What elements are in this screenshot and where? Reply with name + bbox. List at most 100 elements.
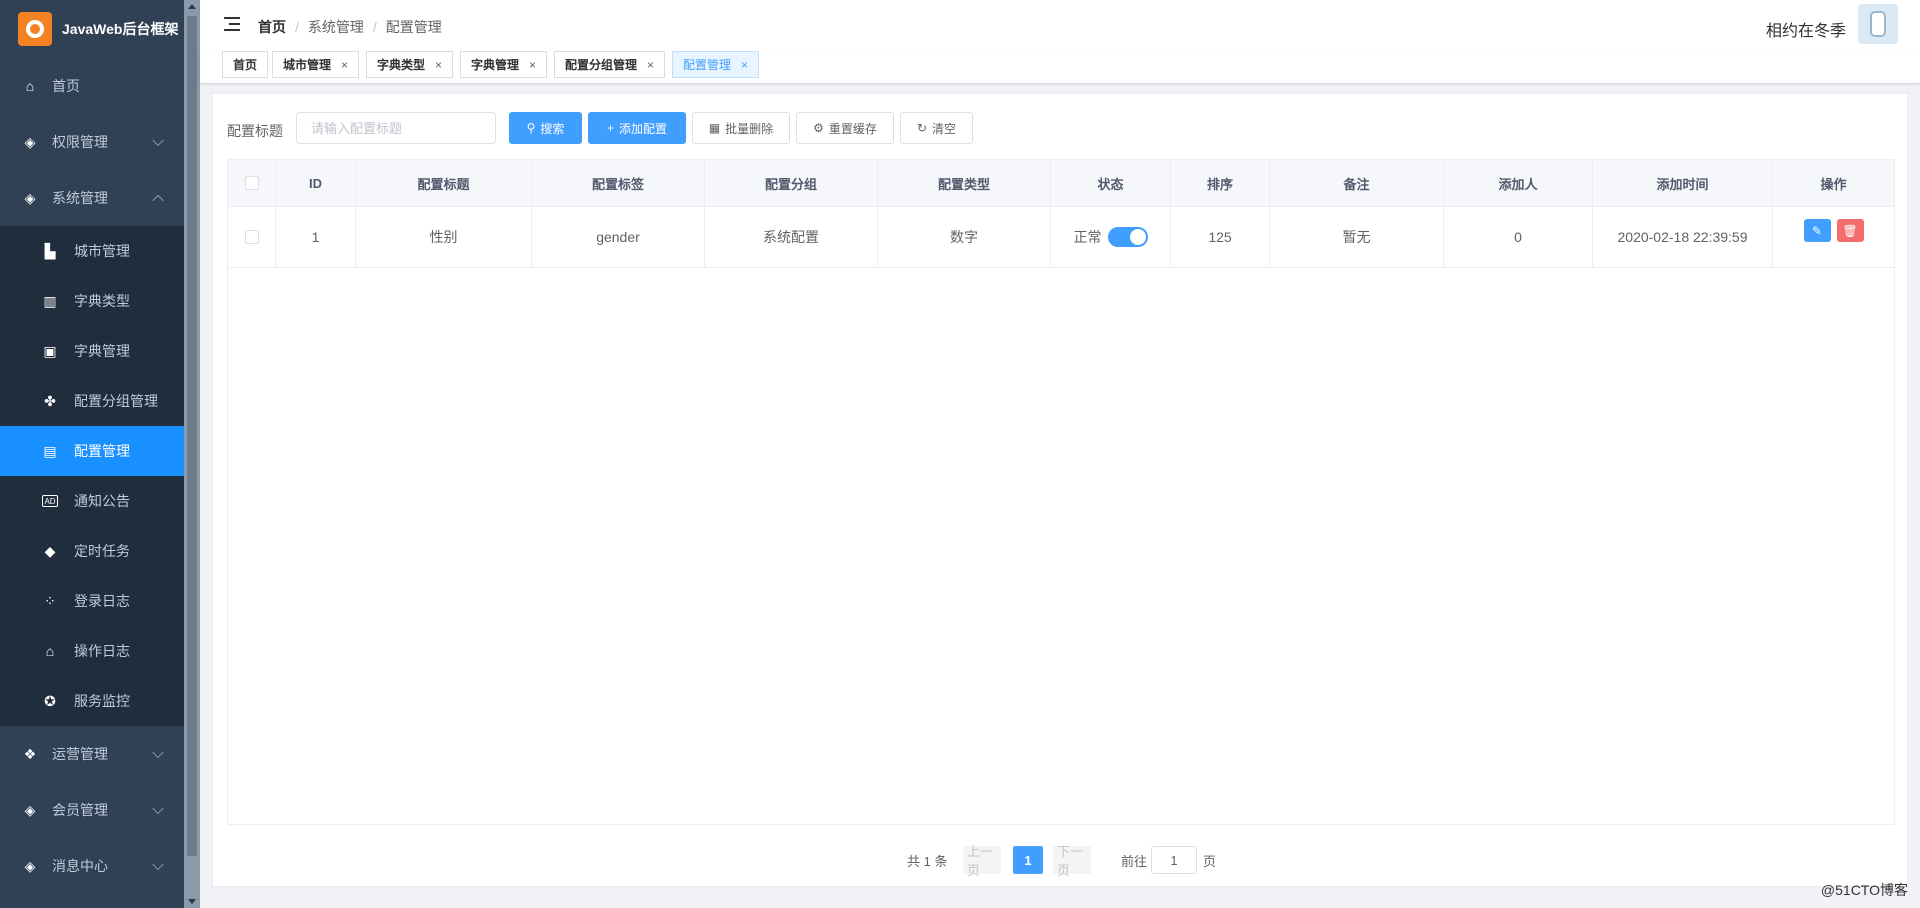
cell-group: 系统配置: [705, 207, 878, 267]
column-header: 备注: [1270, 160, 1444, 206]
calendar-icon: ▦: [708, 121, 721, 135]
reset-cache-button[interactable]: ⚙ 重置缓存: [796, 112, 894, 144]
search-button[interactable]: ⚲ 搜索: [509, 112, 582, 144]
tag-icon: ◆: [44, 542, 56, 559]
menu-toggle-icon[interactable]: [224, 17, 240, 31]
sidebar-item-dict[interactable]: ▣ 字典管理: [0, 326, 184, 376]
cell-tag: gender: [532, 207, 705, 267]
status-text: 正常: [1073, 229, 1102, 245]
dictionary-icon: ▣: [43, 342, 57, 359]
goto-page-input[interactable]: [1151, 846, 1197, 874]
sidebar-item-home[interactable]: ⌂ 首页: [0, 58, 184, 114]
table-row: 1 性别 gender 系统配置 数字 正常 125 暂无 0 2020-02-…: [228, 207, 1894, 268]
sidebar-item-system[interactable]: ◈ 系统管理: [0, 170, 184, 226]
header-select-all[interactable]: [228, 160, 276, 206]
status-toggle[interactable]: [1107, 227, 1148, 247]
sidebar-item-login-log[interactable]: ⁘ 登录日志: [0, 576, 184, 626]
scrollbar-thumb[interactable]: [187, 16, 197, 856]
config-search-icon: ▤: [43, 442, 57, 459]
page-number-current[interactable]: 1: [1013, 846, 1043, 874]
sidebar-item-label: 配置分组管理: [74, 393, 158, 409]
user-avatar-icon: [1870, 11, 1886, 37]
sidebar-item-notice[interactable]: AD 通知公告: [0, 476, 184, 526]
sidebar-item-message[interactable]: ◈ 消息中心: [0, 838, 184, 894]
tag-dict-type[interactable]: 字典类型 ×: [366, 51, 454, 78]
scroll-up-icon[interactable]: [188, 4, 196, 9]
add-button-label: 添加配置: [619, 121, 668, 136]
cell-sort: 125: [1171, 207, 1270, 267]
cell-id: 1: [276, 207, 356, 267]
sidebar-scrollbar[interactable]: [184, 0, 200, 908]
reset-cache-label: 重置缓存: [828, 121, 877, 136]
avatar[interactable]: [1858, 4, 1898, 44]
close-icon[interactable]: ×: [341, 58, 348, 72]
pagination: 共 1 条 上一页 1 下一页 前往 页: [213, 844, 1907, 878]
sidebar-item-label: 首页: [52, 78, 80, 94]
cell-status: 正常: [1051, 207, 1171, 267]
select-all-checkbox[interactable]: [244, 176, 259, 190]
building-icon: ▙: [44, 242, 56, 259]
books-icon: ▥: [43, 292, 57, 309]
tag-dict[interactable]: 字典管理 ×: [460, 51, 548, 78]
sidebar-item-label: 权限管理: [52, 134, 108, 150]
sidebar-item-label: 运营管理: [52, 746, 108, 762]
tag-home[interactable]: 首页: [222, 51, 269, 78]
search-icon: ⚲: [526, 121, 536, 135]
tag-config-group[interactable]: 配置分组管理 ×: [554, 51, 666, 78]
cell-title: 性别: [356, 207, 532, 267]
sidebar-item-label: 服务监控: [74, 693, 130, 709]
user-name[interactable]: 相约在冬季: [1766, 17, 1846, 41]
delete-button[interactable]: 🗑: [1836, 219, 1864, 242]
tag-label: 首页: [233, 58, 258, 72]
main-card: 配置标题 ⚲ 搜索 + 添加配置 ▦ 批量删除 ⚙ 重置缓存 ↻ 清空 ID 配…: [212, 93, 1908, 887]
clear-button[interactable]: ↻ 清空: [900, 112, 973, 144]
sidebar-item-operations[interactable]: ❖ 运营管理: [0, 726, 184, 782]
sidebar-item-operation-log[interactable]: ⌂ 操作日志: [0, 626, 184, 676]
breadcrumb-separator: /: [372, 19, 377, 35]
pagination-total: 共 1 条: [907, 853, 948, 869]
app-title: JavaWeb后台框架: [62, 21, 179, 37]
sidebar-item-city[interactable]: ▙ 城市管理: [0, 226, 184, 276]
edit-icon: ✎: [1811, 223, 1823, 238]
clear-button-label: 清空: [932, 121, 957, 136]
close-icon[interactable]: ×: [529, 58, 536, 72]
column-header: 添加人: [1444, 160, 1593, 206]
breadcrumb-separator: /: [295, 19, 299, 35]
sidebar-item-label: 会员管理: [52, 802, 108, 818]
compass-icon: ◈: [24, 133, 36, 150]
batch-delete-button[interactable]: ▦ 批量删除: [692, 112, 790, 144]
cell-actions: ✎ 🗑: [1773, 207, 1894, 267]
close-icon[interactable]: ×: [647, 58, 654, 72]
scroll-down-icon[interactable]: [188, 899, 196, 904]
edit-button[interactable]: ✎: [1803, 219, 1831, 242]
row-checkbox[interactable]: [244, 230, 259, 244]
sidebar-item-permission[interactable]: ◈ 权限管理: [0, 114, 184, 170]
sidebar-item-monitor[interactable]: ✪ 服务监控: [0, 676, 184, 726]
sidebar-item-config-group[interactable]: ✤ 配置分组管理: [0, 376, 184, 426]
close-icon[interactable]: ×: [741, 58, 748, 72]
sidebar-item-config[interactable]: ▤ 配置管理: [0, 426, 184, 476]
tag-config[interactable]: 配置管理 ×: [672, 51, 760, 78]
row-select-cell[interactable]: [228, 207, 276, 267]
app-logo[interactable]: JavaWeb后台框架: [0, 0, 184, 58]
config-title-input[interactable]: [296, 112, 496, 144]
sidebar-item-member[interactable]: ◈ 会员管理: [0, 782, 184, 838]
close-icon[interactable]: ×: [435, 58, 442, 72]
plus-icon: +: [606, 121, 614, 135]
grid-icon: ✤: [44, 392, 56, 409]
column-header: 状态: [1051, 160, 1171, 206]
add-config-button[interactable]: + 添加配置: [588, 112, 686, 144]
sidebar-item-label: 字典类型: [74, 293, 130, 309]
chevron-down-icon: [152, 802, 164, 815]
next-page-button[interactable]: 下一页: [1053, 844, 1091, 878]
watermark: @51CTO博客: [1820, 882, 1908, 898]
column-header: ID: [276, 160, 356, 206]
trash-icon: 🗑: [1842, 223, 1858, 238]
sidebar-item-dict-type[interactable]: ▥ 字典类型: [0, 276, 184, 326]
sidebar-item-label: 城市管理: [74, 243, 130, 259]
tag-city[interactable]: 城市管理 ×: [272, 51, 360, 78]
gear-icon: ⚙: [813, 121, 824, 135]
sidebar-item-scheduled-task[interactable]: ◆ 定时任务: [0, 526, 184, 576]
breadcrumb-item-home[interactable]: 首页: [258, 17, 286, 37]
prev-page-button[interactable]: 上一页: [963, 844, 1001, 878]
